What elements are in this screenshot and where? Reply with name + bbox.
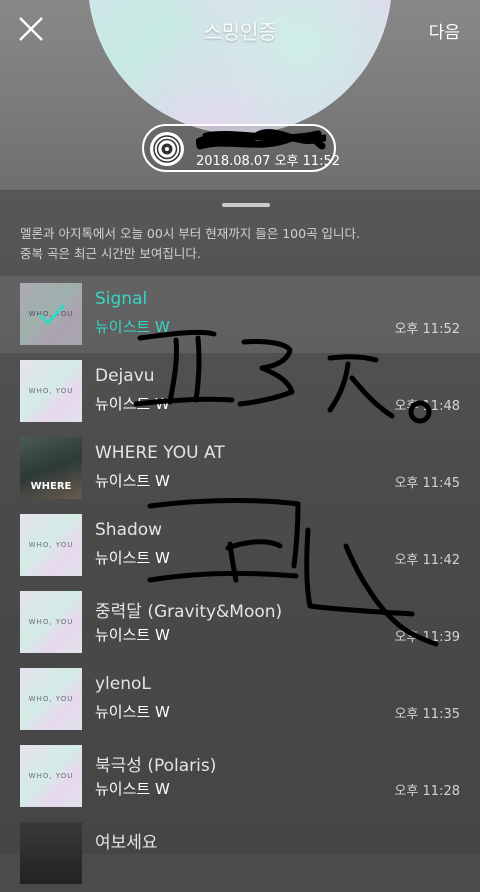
song-sheet: 멜론과 아지톡에서 오늘 00시 부터 현재까지 들은 100곡 입니다. 중복…: [0, 190, 480, 884]
album-thumb-text: WHO, YOU: [28, 618, 74, 626]
page-title: 스밍인증: [203, 20, 277, 44]
song-row[interactable]: WHO, YOU Dejavu 뉴이스트 W 오후 11:48: [0, 353, 480, 430]
next-button[interactable]: 다음: [429, 18, 460, 43]
album-thumb: WHO, YOU: [20, 360, 82, 422]
song-title: Shadow: [95, 520, 163, 540]
sheet-description: 멜론과 아지톡에서 오늘 00시 부터 현재까지 들은 100곡 입니다. 중복…: [20, 224, 460, 264]
song-row[interactable]: WHO, YOU ylenoL 뉴이스트 W 오후 11:35: [0, 661, 480, 738]
song-title: 북극성 (Polaris): [95, 756, 217, 776]
song-list: WHO, YOU Signal 뉴이스트 W 오후 11:52 WHO, YOU…: [0, 276, 480, 892]
album-thumb: WHO, YOU: [20, 745, 82, 807]
desc-line-2: 중복 곡은 최근 시간만 보여집니다.: [20, 246, 201, 261]
song-artist: 뉴이스트 W: [95, 703, 170, 721]
song-title: 중력달 (Gravity&Moon): [95, 602, 283, 622]
album-thumb: WHO, YOU: [20, 283, 82, 345]
record-date: 2018.08.07 오후 11:52: [196, 154, 341, 169]
album-thumb: WHO, YOU: [20, 668, 82, 730]
song-artist: 뉴이스트 W: [95, 780, 170, 798]
desc-line-1: 멜론과 아지톡에서 오늘 00시 부터 현재까지 들은 100곡 입니다.: [20, 226, 361, 241]
song-title: 여보세요: [95, 833, 158, 853]
song-artist: 뉴이스트 W: [95, 395, 170, 413]
play-time: 오후 11:35: [394, 707, 460, 722]
song-artist: 뉴이스트 W: [95, 549, 170, 567]
disc-icon: [150, 132, 184, 166]
album-thumb-text: WHO, YOU: [28, 772, 74, 780]
album-thumb-text: WHERE: [30, 481, 72, 492]
album-thumb: [20, 822, 82, 884]
album-thumb: WHO, YOU: [20, 514, 82, 576]
record-badge: 2018.08.07 오후 11:52: [142, 124, 340, 172]
play-time: 오후 11:45: [394, 476, 460, 491]
song-artist: 뉴이스트 W: [95, 626, 170, 644]
song-row[interactable]: WHO, YOU 북극성 (Polaris) 뉴이스트 W 오후 11:28: [0, 738, 480, 815]
album-thumb-text: WHO, YOU: [28, 387, 74, 395]
album-thumb-text: WHO, YOU: [28, 695, 74, 703]
album-thumb: WHERE: [20, 437, 82, 499]
play-time: 오후 11:52: [394, 322, 460, 337]
album-thumb: WHO, YOU: [20, 591, 82, 653]
song-title: Dejavu: [95, 366, 155, 386]
song-title: ylenoL: [95, 674, 151, 694]
song-title: Signal: [95, 289, 148, 309]
song-artist: 뉴이스트 W: [95, 472, 170, 490]
play-time: 오후 11:42: [394, 553, 460, 568]
song-row[interactable]: WHO, YOU 중력달 (Gravity&Moon) 뉴이스트 W 오후 11…: [0, 584, 480, 661]
check-icon: [38, 304, 66, 326]
album-thumb-text: WHO, YOU: [28, 541, 74, 549]
song-artist: 뉴이스트 W: [95, 318, 170, 336]
song-row[interactable]: WHO, YOU Signal 뉴이스트 W 오후 11:52: [0, 276, 480, 353]
play-time: 오후 11:39: [394, 630, 460, 645]
header: 스밍인증 다음 2018.08.07 오후 11:52: [0, 0, 480, 190]
sheet-handle[interactable]: [222, 203, 270, 207]
play-time: 오후 11:28: [394, 784, 460, 799]
song-row[interactable]: WHO, YOU Shadow 뉴이스트 W 오후 11:42: [0, 507, 480, 584]
play-time: 오후 11:48: [394, 399, 460, 414]
song-row[interactable]: WHERE WHERE YOU AT 뉴이스트 W 오후 11:45: [0, 430, 480, 507]
song-title: WHERE YOU AT: [95, 443, 225, 463]
